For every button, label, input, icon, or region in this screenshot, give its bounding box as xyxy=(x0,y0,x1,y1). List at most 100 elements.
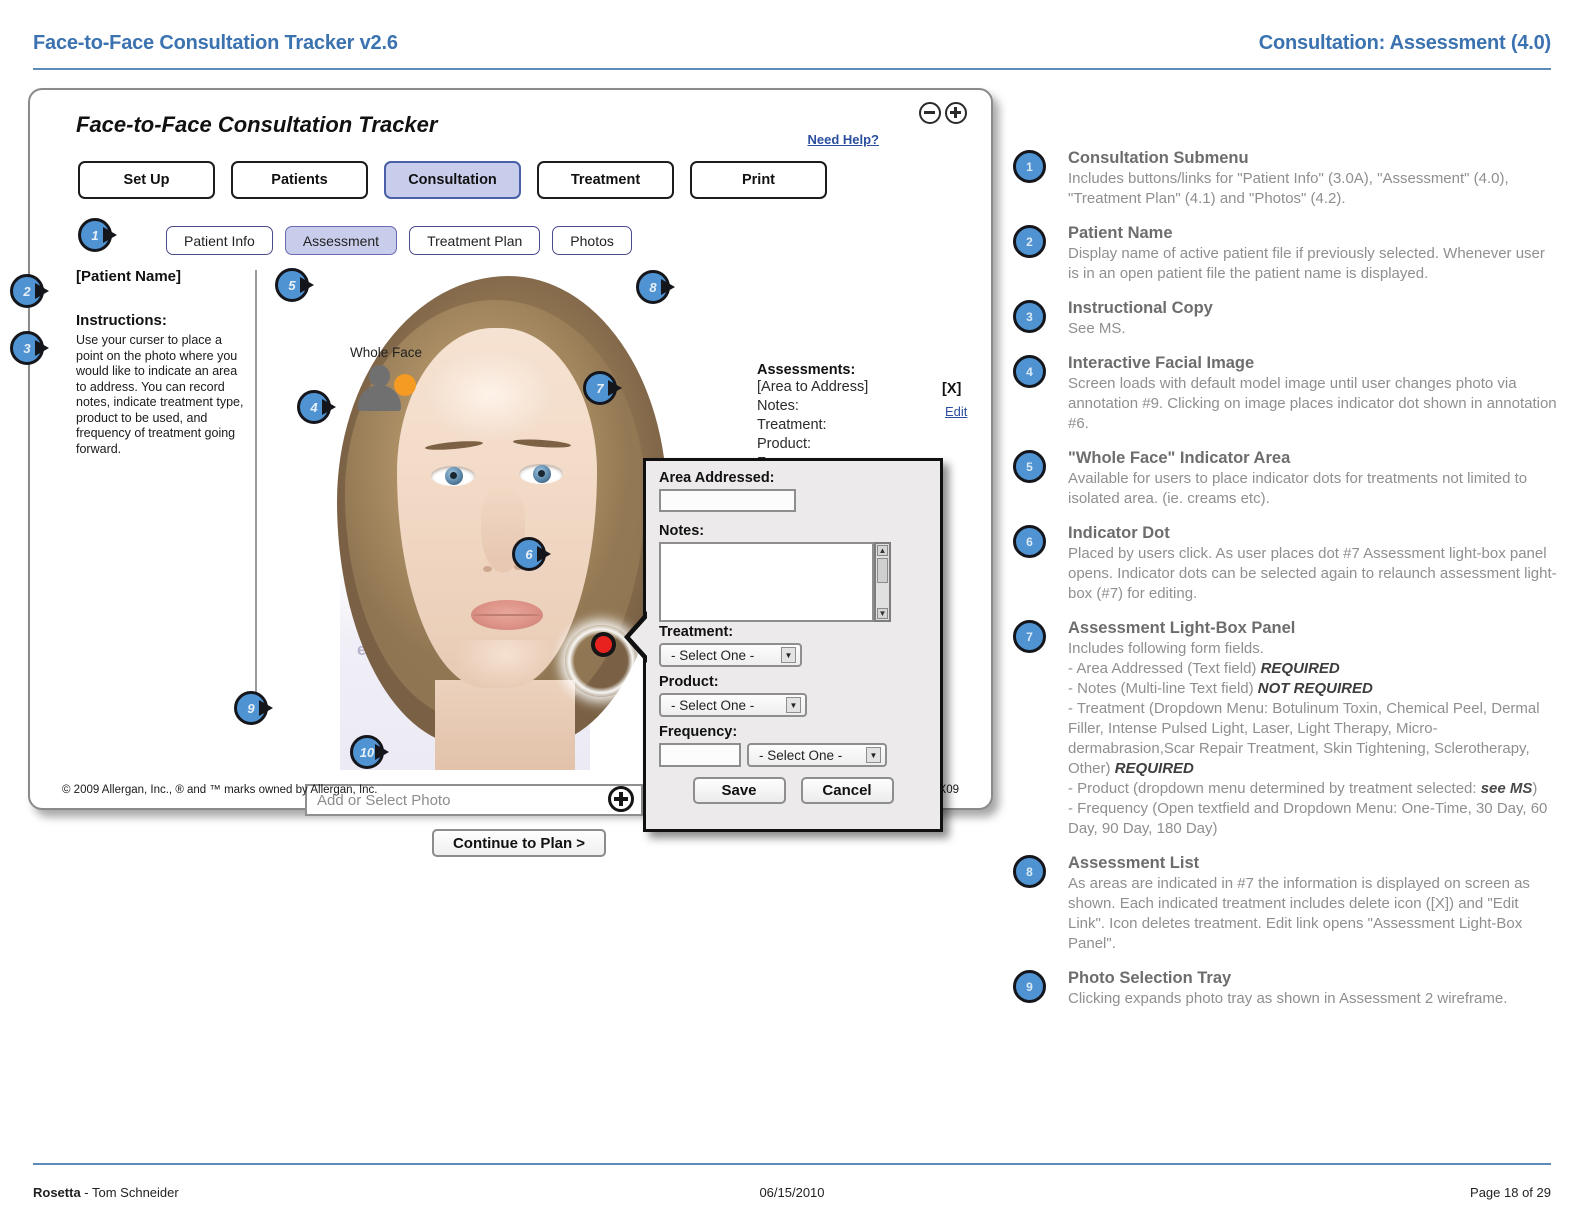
annotation-title-5: "Whole Face" Indicator Area xyxy=(1068,449,1291,467)
nav-button-setup[interactable]: Set Up xyxy=(78,161,215,199)
assessment-lightbox-panel: Area Addressed: Notes: ▲ ▼ Treatment: - … xyxy=(624,458,943,832)
interactive-facial-image[interactable]: es xyxy=(285,270,705,770)
assessment-treatment: Treatment: xyxy=(757,417,827,433)
cancel-button[interactable]: Cancel xyxy=(800,777,894,804)
callout-8: 8 xyxy=(636,270,675,304)
face-canvas: es xyxy=(285,270,705,770)
assessment-list-heading: Assessments: xyxy=(757,362,856,378)
annotation-fields-7: - Area Addressed (Text field) REQUIRED - … xyxy=(1068,659,1558,839)
whole-face-label: Whole Face xyxy=(350,345,423,360)
app-title: Face-to-Face Consultation Tracker xyxy=(76,112,438,137)
annotation-3: 3 Instructional Copy See MS. xyxy=(1013,298,1558,339)
annotation-body-6: Placed by users click. As user places do… xyxy=(1068,545,1557,602)
treatment-dropdown[interactable]: - Select One - ▼ xyxy=(659,643,802,667)
patient-name-display: [Patient Name] xyxy=(76,268,182,285)
annotation-body-2: Display name of active patient file if p… xyxy=(1068,245,1545,282)
page-header: Face-to-Face Consultation Tracker v2.6 C… xyxy=(0,0,1584,70)
nav-button-print[interactable]: Print xyxy=(690,161,827,199)
chevron-down-icon: ▼ xyxy=(781,647,796,663)
notes-label: Notes: xyxy=(659,523,705,539)
annotation-field-emphasis: see MS xyxy=(1480,780,1533,797)
consultation-submenu: Patient Info Assessment Treatment Plan P… xyxy=(166,226,632,255)
annotation-badge-8: 8 xyxy=(1013,855,1046,888)
nav-button-treatment[interactable]: Treatment xyxy=(537,161,674,199)
annotation-field-line: - Frequency (Open textfield and Dropdown… xyxy=(1068,800,1548,837)
tab-assessment[interactable]: Assessment xyxy=(284,226,398,255)
annotation-title-2: Patient Name xyxy=(1068,224,1173,242)
annotation-body-3: See MS. xyxy=(1068,320,1126,337)
annotation-badge-7: 7 xyxy=(1013,620,1046,653)
save-button[interactable]: Save xyxy=(692,777,786,804)
frequency-dropdown-value: - Select One - xyxy=(759,747,843,763)
callout-3: 3 xyxy=(10,331,49,365)
annotation-title-1: Consultation Submenu xyxy=(1068,149,1249,167)
scroll-thumb[interactable] xyxy=(877,558,888,583)
indicator-dot[interactable] xyxy=(591,632,616,657)
model-neck xyxy=(435,680,575,770)
annotation-body-8: As areas are indicated in #7 the informa… xyxy=(1068,875,1530,952)
model-forehead xyxy=(425,350,555,440)
tab-patient-info[interactable]: Patient Info xyxy=(166,226,273,255)
annotation-body-1: Includes buttons/links for "Patient Info… xyxy=(1068,170,1509,207)
main-navigation: Set Up Patients Consultation Treatment P… xyxy=(78,161,827,199)
assessment-delete-icon[interactable]: [X] xyxy=(942,381,961,397)
frequency-row: - Select One - ▼ xyxy=(659,743,927,767)
area-addressed-input[interactable] xyxy=(659,489,796,512)
chevron-down-icon: ▼ xyxy=(866,747,881,763)
minus-circle-icon[interactable] xyxy=(919,102,941,124)
annotation-badge-4: 4 xyxy=(1013,355,1046,388)
plus-circle-icon[interactable] xyxy=(608,786,634,812)
footer-date: 06/15/2010 xyxy=(759,1185,825,1200)
application-window: Face-to-Face Consultation Tracker Need H… xyxy=(28,88,993,857)
annotation-title-8: Assessment List xyxy=(1068,854,1200,872)
footer-page-number: Page 18 of 29 xyxy=(1470,1185,1551,1200)
notes-textarea[interactable] xyxy=(659,542,874,622)
annotation-field-line: - Treatment (Dropdown Menu: Botulinum To… xyxy=(1068,700,1540,777)
area-addressed-label: Area Addressed: xyxy=(659,470,775,486)
annotation-title-3: Instructional Copy xyxy=(1068,299,1213,317)
tab-photos[interactable]: Photos xyxy=(552,226,632,255)
zoom-controls[interactable] xyxy=(919,102,967,124)
model-pupil-left xyxy=(450,472,457,479)
annotation-title-9: Photo Selection Tray xyxy=(1068,969,1232,987)
nav-button-patients[interactable]: Patients xyxy=(231,161,368,199)
product-label: Product: xyxy=(659,674,719,690)
frequency-dropdown[interactable]: - Select One - ▼ xyxy=(747,743,887,767)
annotation-field-emphasis: REQUIRED xyxy=(1260,660,1340,677)
frequency-input[interactable] xyxy=(659,743,741,767)
annotation-9: 9 Photo Selection Tray Clicking expands … xyxy=(1013,968,1558,1009)
plus-circle-icon[interactable] xyxy=(945,102,967,124)
annotation-body-7: Includes following form fields. xyxy=(1068,640,1264,657)
copyright-text: © 2009 Allergan, Inc., ® and ™ marks own… xyxy=(62,784,378,796)
callout-4: 4 xyxy=(297,390,336,424)
annotation-field-line: - Area Addressed (Text field) REQUIRED xyxy=(1068,660,1340,677)
treatment-label: Treatment: xyxy=(659,624,734,640)
callout-9: 9 xyxy=(234,691,273,725)
annotation-body-5: Available for users to place indicator d… xyxy=(1068,470,1528,507)
treatment-dropdown-value: - Select One - xyxy=(671,647,755,663)
annotation-4: 4 Interactive Facial Image Screen loads … xyxy=(1013,353,1558,434)
nav-button-consultation[interactable]: Consultation xyxy=(384,161,521,199)
model-pupil-right xyxy=(538,470,545,477)
annotation-legend: 1 Consultation Submenu Includes buttons/… xyxy=(1013,148,1558,1023)
assessment-edit-link[interactable]: Edit xyxy=(945,404,967,419)
annotation-title-6: Indicator Dot xyxy=(1068,524,1170,542)
notes-scrollbar[interactable]: ▲ ▼ xyxy=(874,542,891,622)
annotation-field-line: - Product (dropdown menu determined by t… xyxy=(1068,780,1538,797)
callout-6: 6 xyxy=(512,537,551,571)
callout-5: 5 xyxy=(275,268,314,302)
need-help-link[interactable]: Need Help? xyxy=(807,132,879,147)
continue-to-plan-button[interactable]: Continue to Plan > xyxy=(432,829,606,857)
page-title-right: Consultation: Assessment (4.0) xyxy=(1258,32,1551,54)
lightbox-pointer-inner xyxy=(630,617,648,657)
product-dropdown[interactable]: - Select One - ▼ xyxy=(659,693,807,717)
whole-face-indicator-dot[interactable] xyxy=(394,374,416,396)
scroll-up-icon[interactable]: ▲ xyxy=(877,545,888,556)
chevron-down-icon: ▼ xyxy=(786,697,801,713)
footer-divider xyxy=(33,1163,1551,1165)
annotation-badge-2: 2 xyxy=(1013,225,1046,258)
model-nostril-left xyxy=(483,566,492,572)
scroll-down-icon[interactable]: ▼ xyxy=(877,608,888,619)
tab-treatment-plan[interactable]: Treatment Plan xyxy=(409,226,541,255)
annotation-1: 1 Consultation Submenu Includes buttons/… xyxy=(1013,148,1558,209)
